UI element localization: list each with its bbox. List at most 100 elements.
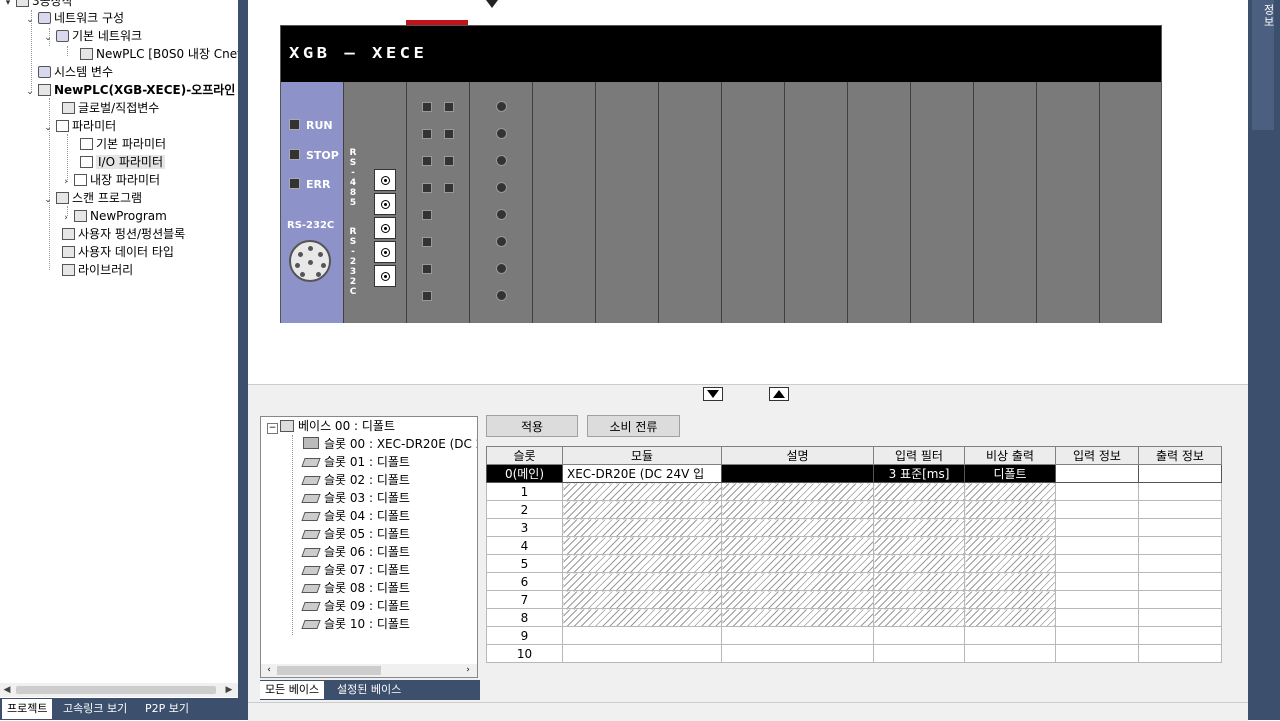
table-row[interactable]: 2 xyxy=(486,500,1222,519)
output-info-cell[interactable] xyxy=(1138,518,1222,537)
tree-item-global-variables[interactable]: 글로벌/직접변수 xyxy=(60,99,159,117)
output-info-cell[interactable] xyxy=(1138,500,1222,519)
input-info-cell[interactable] xyxy=(1055,518,1139,537)
input-info-cell[interactable] xyxy=(1055,608,1139,627)
empty-slot[interactable] xyxy=(973,82,1036,323)
input-info-cell[interactable] xyxy=(1055,464,1139,483)
input-info-cell[interactable] xyxy=(1055,482,1139,501)
output-info-cell[interactable] xyxy=(1138,590,1222,609)
table-row[interactable]: 9 xyxy=(486,626,1222,645)
plc-base-graphic[interactable]: XGB — XECE RUN STOP ERR RS-232C RS-485 R… xyxy=(280,25,1162,323)
input-info-cell[interactable] xyxy=(1055,590,1139,609)
table-row[interactable]: 4 xyxy=(486,536,1222,555)
module-cell[interactable] xyxy=(562,626,722,645)
output-info-cell[interactable] xyxy=(1138,572,1222,591)
slot-cell[interactable]: 7 xyxy=(486,590,563,609)
slot-cell[interactable]: 0(메인) xyxy=(486,464,563,483)
emergency-output-cell[interactable] xyxy=(964,644,1056,663)
input-info-cell[interactable] xyxy=(1055,644,1139,663)
module-cell[interactable]: XEC-DR20E (DC 24V 입 xyxy=(562,464,722,483)
collapse-icon[interactable]: ⌄ xyxy=(42,191,54,209)
base-slot-item[interactable]: 슬롯 03 : 디폴트 xyxy=(301,489,410,507)
side-tab[interactable]: 명령 가이드라그 EDS 정보 xyxy=(1252,0,1280,130)
base-slot-item[interactable]: 슬롯 08 : 디폴트 xyxy=(301,579,410,597)
empty-slot[interactable] xyxy=(595,82,658,323)
tree-item-scan-program[interactable]: ⌄ 스캔 프로그램 xyxy=(42,189,142,207)
empty-slot[interactable] xyxy=(532,82,595,323)
table-row[interactable]: 5 xyxy=(486,554,1222,573)
output-info-cell[interactable] xyxy=(1138,554,1222,573)
base-slot-item[interactable]: 슬롯 02 : 디폴트 xyxy=(301,471,410,489)
column-header-description[interactable]: 설명 xyxy=(721,446,874,465)
output-info-cell[interactable] xyxy=(1138,536,1222,555)
slot-cell[interactable]: 5 xyxy=(486,554,563,573)
tree-item-user-function-blocks[interactable]: 사용자 펑션/펑션블록 xyxy=(60,225,185,243)
empty-slot[interactable] xyxy=(847,82,910,323)
scroll-left-icon[interactable]: ◀ xyxy=(0,683,14,697)
scrollbar-thumb[interactable] xyxy=(16,686,216,694)
tree-item-newprogram[interactable]: › NewProgram xyxy=(60,207,167,225)
tree-item-io-parameters[interactable]: I/O 파라미터 xyxy=(78,153,166,171)
slot-cell[interactable]: 6 xyxy=(486,572,563,591)
column-header-module[interactable]: 모듈 xyxy=(562,446,722,465)
tree-item-basic-parameters[interactable]: 기본 파라미터 xyxy=(78,135,166,153)
table-row[interactable]: 6 xyxy=(486,572,1222,591)
base-tree-scrollbar[interactable]: ‹ › xyxy=(260,664,478,678)
emergency-output-cell[interactable] xyxy=(964,626,1056,645)
collapse-down-icon[interactable] xyxy=(703,387,723,401)
input-info-cell[interactable] xyxy=(1055,536,1139,555)
input-filter-cell[interactable] xyxy=(873,644,965,663)
base-slot-item[interactable]: 슬롯 09 : 디폴트 xyxy=(301,597,410,615)
pane-splitter[interactable] xyxy=(238,0,248,720)
base-slot-item[interactable]: 슬롯 01 : 디폴트 xyxy=(301,453,410,471)
empty-slot[interactable] xyxy=(784,82,847,323)
collapse-icon[interactable]: − xyxy=(267,423,278,434)
input-info-cell[interactable] xyxy=(1055,554,1139,573)
view-splitter[interactable] xyxy=(248,384,1248,406)
tree-item-library[interactable]: 라이브러리 xyxy=(60,261,133,279)
base-slot-item[interactable]: 슬롯 00 : XEC-DR20E (DC 2 xyxy=(303,435,477,453)
collapse-icon[interactable]: ⌄ xyxy=(42,119,54,137)
io-slot-input[interactable] xyxy=(406,82,469,323)
description-cell[interactable] xyxy=(721,626,874,645)
collapse-icon[interactable]: ⌄ xyxy=(24,83,36,101)
tree-item-system-variables[interactable]: 시스템 변수 xyxy=(36,63,113,81)
io-slot-output[interactable] xyxy=(469,82,532,323)
tree-item-basic-network[interactable]: ⌄ 기본 네트워크 xyxy=(42,27,142,45)
output-info-cell[interactable] xyxy=(1138,464,1222,483)
table-row[interactable]: 8 xyxy=(486,608,1222,627)
tab-project[interactable]: 프로젝트 xyxy=(2,699,53,719)
tree-item-user-data-types[interactable]: 사용자 데이터 타입 xyxy=(60,243,174,261)
table-row[interactable]: 7 xyxy=(486,590,1222,609)
collapse-icon[interactable]: ▾ xyxy=(2,0,14,12)
output-info-cell[interactable] xyxy=(1138,644,1222,663)
output-info-cell[interactable] xyxy=(1138,626,1222,645)
tab-all-bases[interactable]: 모든 베이스 xyxy=(260,681,325,699)
column-header-input-info[interactable]: 입력 정보 xyxy=(1055,446,1139,465)
base-slot-item[interactable]: 슬롯 05 : 디폴트 xyxy=(301,525,410,543)
tab-highspeed-link[interactable]: 고속링크 보기 xyxy=(58,699,132,719)
collapse-icon[interactable]: ⌄ xyxy=(42,29,54,47)
input-filter-cell[interactable] xyxy=(873,626,965,645)
tree-item-newplc-offline[interactable]: ⌄ NewPLC(XGB-XECE)-오프라인 xyxy=(24,81,235,99)
slot-cell[interactable]: 8 xyxy=(486,608,563,627)
base-slot-item[interactable]: 슬롯 10 : 디폴트 xyxy=(301,615,410,633)
column-header-emergency-output[interactable]: 비상 출력 xyxy=(964,446,1056,465)
input-info-cell[interactable] xyxy=(1055,500,1139,519)
base-slot-item[interactable]: 슬롯 06 : 디폴트 xyxy=(301,543,410,561)
input-info-cell[interactable] xyxy=(1055,572,1139,591)
apply-button[interactable]: 적용 xyxy=(486,415,578,437)
tree-item-parameters[interactable]: ⌄ 파라미터 xyxy=(42,117,116,135)
input-info-cell[interactable] xyxy=(1055,626,1139,645)
empty-slot[interactable] xyxy=(721,82,784,323)
tree-item-builtin-parameters[interactable]: › 내장 파라미터 xyxy=(60,171,160,189)
column-header-output-info[interactable]: 출력 정보 xyxy=(1138,446,1222,465)
slot-cell[interactable]: 2 xyxy=(486,500,563,519)
power-consumption-button[interactable]: 소비 전류 xyxy=(587,415,680,437)
column-header-slot[interactable]: 슬롯 xyxy=(486,446,563,465)
table-row[interactable]: 3 xyxy=(486,518,1222,537)
empty-slot[interactable] xyxy=(910,82,973,323)
column-header-input-filter[interactable]: 입력 필터 xyxy=(873,446,965,465)
table-row[interactable]: 10 xyxy=(486,644,1222,663)
table-row-main[interactable]: 0(메인) XEC-DR20E (DC 24V 입 3 표준[ms] 디폴트 xyxy=(486,464,1222,483)
